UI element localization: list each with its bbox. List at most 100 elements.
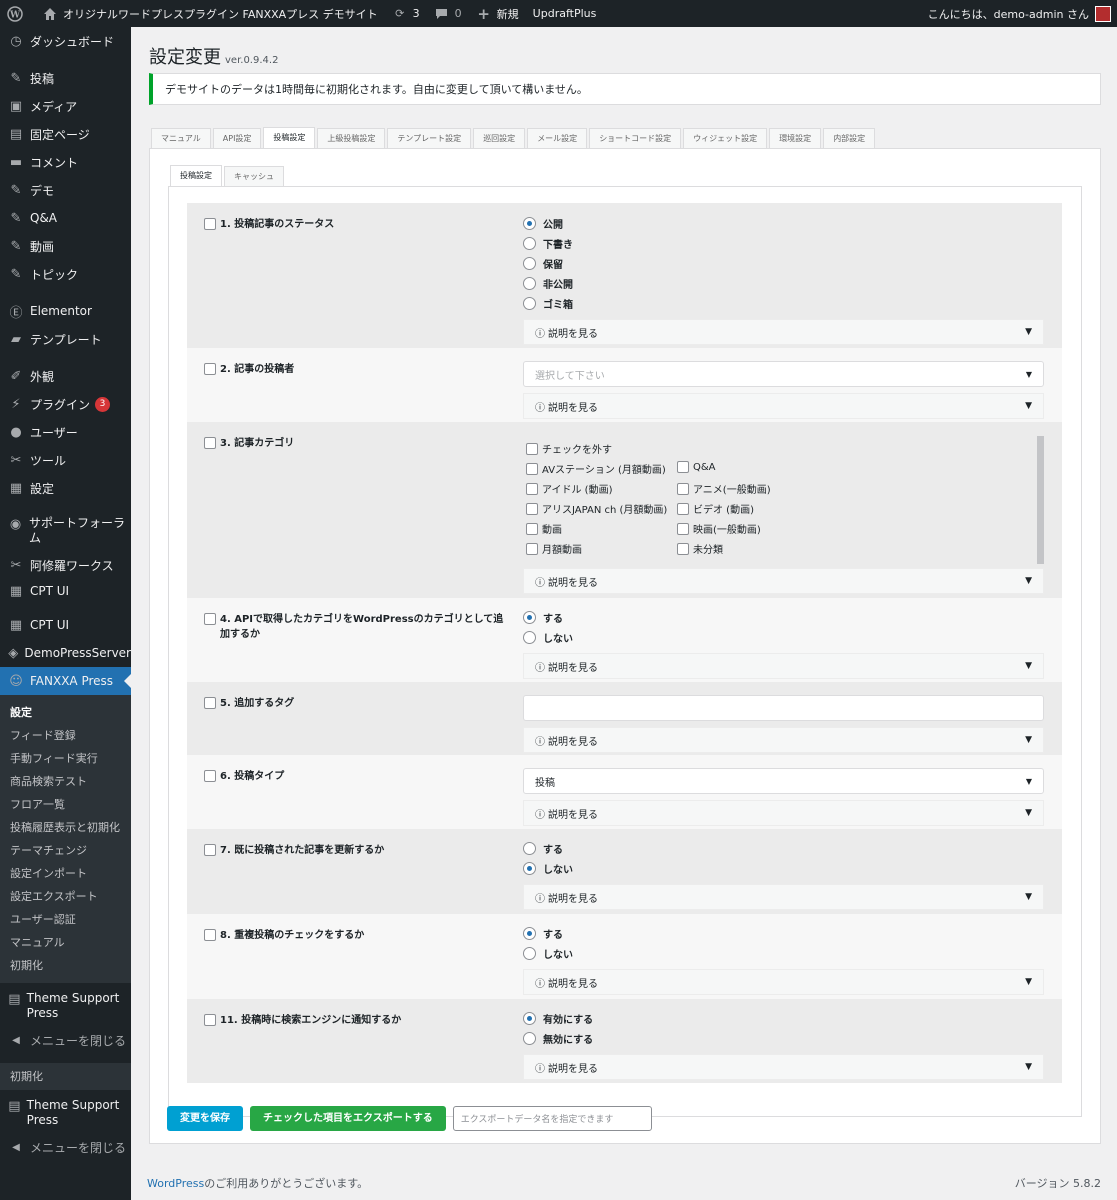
wp-logo-menu[interactable]: W xyxy=(0,0,35,27)
sidebar-item-3[interactable]: ▤ 固定ページ xyxy=(0,120,131,148)
export-checkbox[interactable] xyxy=(204,929,216,941)
sidebar-item-hidden[interactable] xyxy=(0,603,131,611)
checkbox[interactable] xyxy=(526,522,538,535)
tab-6[interactable]: メール設定 xyxy=(527,128,588,148)
collapse-menu-button[interactable]: ◀ メニューを閉じる xyxy=(0,1133,131,1161)
checkbox[interactable] xyxy=(677,502,689,515)
tab-10[interactable]: 内部設定 xyxy=(823,128,876,148)
radio-button-selected[interactable] xyxy=(523,1011,536,1025)
updates-link[interactable]: ⟳ 3 xyxy=(385,0,427,27)
sidebar-item-5[interactable]: ✎ デモ xyxy=(0,176,131,204)
tab-1[interactable]: API設定 xyxy=(212,128,262,148)
radio-button-selected[interactable] xyxy=(523,610,536,624)
checkbox[interactable] xyxy=(526,462,538,475)
sidebar-item-12[interactable]: ⚡ プラグイン 3 xyxy=(0,390,131,418)
category-option[interactable]: アリスJAPAN ch (月額動画) xyxy=(526,501,667,516)
sidebar-item-8[interactable]: ✎ トピック xyxy=(0,260,131,288)
radio-option[interactable]: 公開 xyxy=(523,213,1044,233)
sidebar-item-2[interactable]: ▣ メディア xyxy=(0,92,131,120)
radio-button[interactable] xyxy=(523,236,536,250)
tab-5[interactable]: 巡回設定 xyxy=(473,128,526,148)
save-button[interactable]: 変更を保存 xyxy=(167,1106,243,1131)
radio-option[interactable]: しない xyxy=(523,943,1044,963)
export-button[interactable]: チェックした項目をエクスポートする xyxy=(250,1106,446,1131)
submenu-item[interactable]: テーマチェンジ xyxy=(0,839,131,862)
checkbox[interactable] xyxy=(677,542,689,555)
help-toggle[interactable]: ⓘ 説明を見る ▼ xyxy=(523,969,1044,995)
category-option[interactable]: 月額動画 xyxy=(526,541,582,556)
help-toggle[interactable]: ⓘ 説明を見る ▼ xyxy=(523,884,1044,910)
sidebar-item-theme-support[interactable]: ▤ Theme Support Press xyxy=(0,983,131,1026)
subtab-0[interactable]: 投稿設定 xyxy=(170,165,222,187)
radio-option[interactable]: する xyxy=(523,838,1044,858)
category-option[interactable]: 未分類 xyxy=(677,541,723,556)
sidebar-item-4[interactable]: ▬ コメント xyxy=(0,148,131,176)
submenu-item[interactable]: 設定エクスポート xyxy=(0,885,131,908)
radio-option[interactable]: しない xyxy=(523,858,1044,878)
help-toggle[interactable]: ⓘ 説明を見る ▼ xyxy=(523,653,1044,679)
category-option[interactable]: 映画(一般動画) xyxy=(677,521,761,536)
help-toggle[interactable]: ⓘ 説明を見る ▼ xyxy=(523,800,1044,826)
submenu-item[interactable]: 初期化 xyxy=(0,954,131,977)
sidebar-item-0[interactable]: ◷ ダッシュボード xyxy=(0,27,131,55)
radio-option[interactable]: 有効にする xyxy=(523,1008,1044,1028)
radio-option[interactable]: ゴミ箱 xyxy=(523,293,1044,313)
radio-button[interactable] xyxy=(523,630,536,644)
tab-0[interactable]: マニュアル xyxy=(151,128,211,148)
category-option[interactable]: 動画 xyxy=(526,521,562,536)
sidebar-item-14[interactable]: ✂ ツール xyxy=(0,446,131,474)
updraftplus-link[interactable]: UpdraftPlus xyxy=(526,0,604,27)
collapse-menu-button[interactable]: ◀ メニューを閉じる xyxy=(0,1026,131,1054)
submenu-item[interactable]: 設定 xyxy=(0,701,131,724)
checkbox[interactable] xyxy=(677,461,689,473)
category-scrollbar[interactable] xyxy=(1037,436,1044,564)
radio-button[interactable] xyxy=(523,276,536,290)
export-checkbox[interactable] xyxy=(204,437,216,449)
category-option[interactable]: Q&A xyxy=(677,461,716,473)
sidebar-item-10[interactable]: ▰ テンプレート xyxy=(0,325,131,353)
submenu-item[interactable]: フィード登録 xyxy=(0,724,131,747)
tags-input[interactable] xyxy=(523,695,1044,721)
uncheck-all-option[interactable]: チェックを外す xyxy=(526,441,612,456)
my-account-link[interactable]: こんにちは、demo-admin さん xyxy=(921,0,1117,27)
tab-3[interactable]: 上級投稿設定 xyxy=(317,128,386,148)
checkbox[interactable] xyxy=(526,442,538,455)
radio-button-selected[interactable] xyxy=(523,216,536,230)
radio-option[interactable]: 無効にする xyxy=(523,1028,1044,1048)
export-checkbox[interactable] xyxy=(204,218,216,230)
radio-option[interactable]: する xyxy=(523,607,1044,627)
sidebar-item-18[interactable]: ▦ CPT UI xyxy=(0,579,131,603)
export-checkbox[interactable] xyxy=(204,1014,216,1026)
submenu-item[interactable]: マニュアル xyxy=(0,931,131,954)
sidebar-item-11[interactable]: ✐ 外観 xyxy=(0,362,131,390)
submenu-item[interactable]: 設定インポート xyxy=(0,862,131,885)
radio-button[interactable] xyxy=(523,256,536,270)
radio-option[interactable]: 下書き xyxy=(523,233,1044,253)
checkbox[interactable] xyxy=(677,522,689,535)
help-toggle[interactable]: ⓘ 説明を見る ▼ xyxy=(523,727,1044,753)
submenu-item[interactable]: 商品検索テスト xyxy=(0,770,131,793)
sidebar-item-19[interactable]: ▦ CPT UI xyxy=(0,611,131,639)
radio-button[interactable] xyxy=(523,1031,536,1045)
export-checkbox[interactable] xyxy=(204,770,216,782)
radio-option[interactable]: 非公開 xyxy=(523,273,1044,293)
sidebar-item-9[interactable]: Ⓔ Elementor xyxy=(0,297,131,325)
export-checkbox[interactable] xyxy=(204,697,216,709)
wordpress-link[interactable]: WordPress xyxy=(147,1177,204,1190)
tab-7[interactable]: ショートコード設定 xyxy=(589,128,682,148)
post-type-select[interactable]: 投稿 ▼ xyxy=(523,768,1044,794)
sidebar-item-13[interactable]: ● ユーザー xyxy=(0,418,131,446)
tab-2[interactable]: 投稿設定 xyxy=(263,127,316,149)
tab-9[interactable]: 環境設定 xyxy=(769,128,822,148)
sidebar-item-20[interactable]: ◈ DemoPressServer xyxy=(0,639,131,667)
radio-option[interactable]: する xyxy=(523,923,1044,943)
submenu-item[interactable]: 手動フィード実行 xyxy=(0,747,131,770)
checkbox[interactable] xyxy=(677,482,689,495)
export-checkbox[interactable] xyxy=(204,844,216,856)
checkbox[interactable] xyxy=(526,542,538,555)
checkbox[interactable] xyxy=(526,502,538,515)
sidebar-reset-item[interactable]: 初期化 xyxy=(0,1063,131,1090)
new-content-link[interactable]: + 新規 xyxy=(469,0,526,27)
export-checkbox[interactable] xyxy=(204,363,216,375)
sidebar-item-theme-support[interactable]: ▤ Theme Support Press xyxy=(0,1090,131,1133)
